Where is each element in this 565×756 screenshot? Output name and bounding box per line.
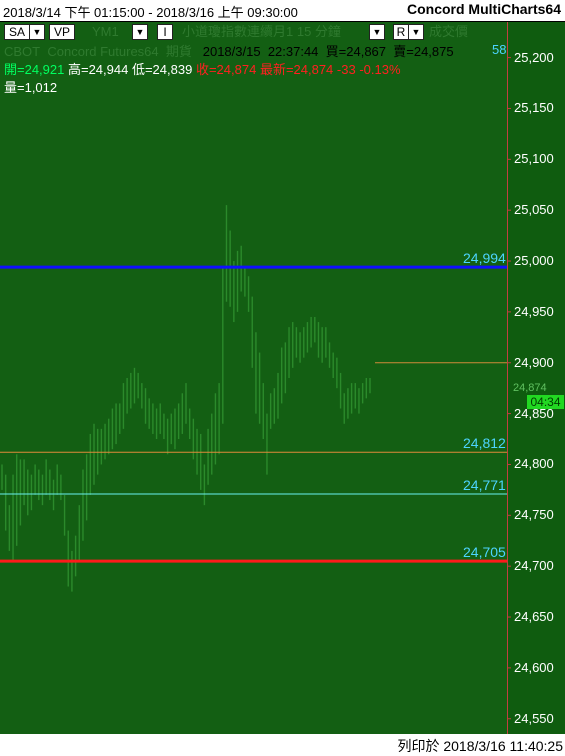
y-tick-label: 24,700 — [514, 558, 554, 574]
price-chart-svg — [0, 57, 511, 720]
last-value: 最新=24,874 — [259, 62, 334, 77]
y-tick-label: 25,150 — [514, 100, 554, 116]
chart-area[interactable]: SA ▼ VP YM1 ▼ I 小道瓊指數連續月1 15 分鐘 ▼ R ▼ 成交… — [0, 22, 565, 734]
r-button[interactable]: R — [393, 24, 409, 40]
type-label: 期貨 — [165, 44, 192, 59]
close-value: 收=24,874 — [195, 62, 257, 77]
bar-timer: 04:34 — [527, 395, 564, 410]
r-dropdown-icon[interactable]: ▼ — [408, 24, 424, 40]
printed-at: 列印於 2018/3/16 11:40:25 — [397, 738, 563, 754]
app-name: Concord MultiCharts64 — [406, 1, 561, 17]
price-level-label: 24,771 — [463, 476, 506, 493]
interval-dropdown-icon[interactable]: ▼ — [369, 24, 385, 40]
source-label: Concord Futures64 — [47, 44, 159, 59]
volume-value: 量=1,012 — [4, 80, 58, 95]
date-range-title: 2018/3/14 下午 01:15:00 - 2018/3/16 上午 09:… — [3, 5, 298, 20]
y-tick-label: 25,050 — [514, 202, 554, 218]
right-value: 58 — [492, 42, 507, 57]
i-button[interactable]: I — [157, 24, 173, 40]
quote-time: 22:37:44 — [267, 44, 319, 59]
vp-button[interactable]: VP — [49, 24, 75, 40]
price-level-label: 24,705 — [463, 544, 506, 561]
sa-button[interactable]: SA — [4, 24, 30, 40]
symbol-label: YM1 — [92, 24, 119, 39]
y-tick-label: 24,800 — [514, 456, 554, 472]
price-level-label: 24,994 — [463, 250, 506, 267]
symbol-dropdown-icon[interactable]: ▼ — [132, 24, 148, 40]
exchange-label: CBOT — [4, 44, 41, 59]
quote-info-line: CBOT Concord Futures64 期貨 2018/3/15 22:3… — [4, 41, 454, 60]
open-value: 開=24,921 — [4, 62, 65, 77]
y-tick-label: 24,550 — [514, 710, 554, 726]
symbol-description: 小道瓊指數連續月1 15 分鐘 — [182, 24, 341, 39]
y-tick-label: 24,650 — [514, 609, 554, 625]
title-bar: 2018/3/14 下午 01:15:00 - 2018/3/16 上午 09:… — [0, 0, 565, 22]
chart-window: 2018/3/14 下午 01:15:00 - 2018/3/16 上午 09:… — [0, 0, 565, 754]
quote-date: 2018/3/15 — [202, 44, 261, 59]
ohlc-info-line: 開=24,921 高=24,944 低=24,839 收=24,874 最新=2… — [4, 59, 401, 78]
low-value: 低=24,839 — [131, 62, 193, 77]
y-axis-line — [507, 22, 508, 734]
y-tick-label: 24,900 — [514, 354, 554, 370]
price-level-label: 24,812 — [463, 435, 506, 452]
y-tick-label: 24,600 — [514, 659, 554, 675]
y-tick-label: 25,100 — [514, 151, 554, 167]
y-tick-label: 25,000 — [514, 253, 554, 269]
current-price-label: 24,874 — [513, 382, 547, 395]
change-pct: -0.13% — [359, 62, 401, 77]
volume-info-line: 量=1,012 — [4, 77, 57, 96]
ask-value: 賣=24,875 — [393, 44, 454, 59]
change-value: -33 — [336, 62, 356, 77]
y-tick-label: 25,200 — [514, 49, 554, 65]
price-type-label: 成交價 — [429, 24, 469, 39]
y-tick-label: 24,750 — [514, 507, 554, 523]
bid-value: 買=24,867 — [325, 44, 387, 59]
sa-dropdown-icon[interactable]: ▼ — [29, 24, 45, 40]
footer: 列印於 2018/3/16 11:40:25 — [0, 734, 565, 754]
high-value: 高=24,944 — [67, 62, 129, 77]
y-tick-label: 24,950 — [514, 303, 554, 319]
